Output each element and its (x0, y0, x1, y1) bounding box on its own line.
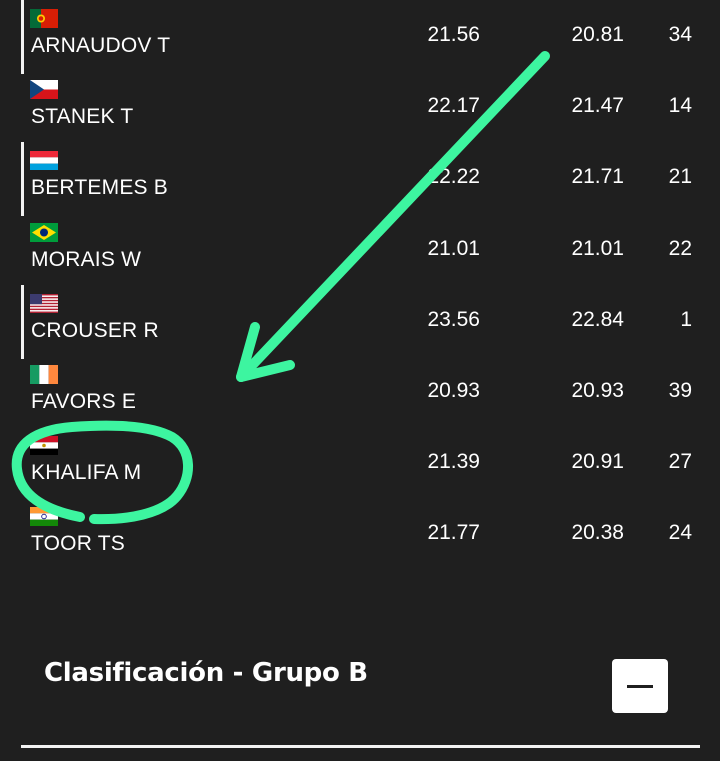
row-marker (21, 142, 24, 217)
best-mark: 21.56 (427, 23, 480, 46)
athlete-name: KHALIFA M (31, 461, 142, 485)
season-mark: 20.91 (571, 450, 624, 474)
best-mark: 22.17 (427, 94, 480, 118)
athlete-row[interactable]: STANEK T 22.17 21.47 14 (0, 71, 720, 142)
athlete-name: BERTEMES B (31, 176, 168, 200)
divider (21, 745, 700, 748)
athlete-name: MORAIS W (31, 247, 142, 271)
collapse-button[interactable] (612, 659, 668, 713)
athlete-name: CROUSER R (31, 318, 159, 342)
brazil-flag (30, 222, 58, 242)
athlete-name: ARNAUDOV T (31, 34, 171, 57)
row-marker (21, 284, 24, 359)
best-mark: 21.77 (427, 521, 480, 545)
usa-flag (30, 293, 58, 313)
athlete-row[interactable]: MORAIS W 21.01 21.01 22 (0, 214, 720, 285)
world-rank: 24 (668, 521, 692, 545)
season-mark: 21.71 (571, 165, 624, 189)
luxembourg-flag (30, 151, 58, 171)
world-rank: 1 (680, 307, 692, 331)
season-mark: 21.47 (571, 94, 624, 118)
athlete-name: STANEK T (31, 105, 134, 129)
section-title: Clasificación - Grupo B (44, 658, 368, 688)
world-rank: 27 (668, 450, 692, 474)
minus-icon (627, 685, 653, 688)
athlete-name: TOOR TS (31, 532, 125, 556)
egypt-flag (30, 436, 58, 456)
season-mark: 20.93 (571, 379, 624, 402)
best-mark: 23.56 (427, 307, 480, 331)
season-mark: 20.38 (571, 521, 624, 545)
athlete-row[interactable]: CROUSER R 23.56 22.84 1 (0, 284, 720, 359)
athlete-row[interactable]: ARNAUDOV T 21.56 20.81 34 (0, 0, 720, 74)
world-rank: 14 (668, 94, 692, 118)
world-rank: 34 (668, 23, 692, 46)
athlete-row[interactable]: TOOR TS 21.77 20.38 24 (0, 498, 720, 569)
row-marker (21, 0, 24, 74)
best-mark: 21.39 (427, 450, 480, 474)
india-flag (30, 507, 58, 527)
season-mark: 20.81 (571, 23, 624, 46)
czech-republic-flag (30, 80, 58, 100)
portugal-flag (30, 9, 58, 28)
season-mark: 22.84 (571, 307, 624, 331)
athlete-name: FAVORS E (31, 390, 137, 413)
ireland-flag (30, 365, 58, 384)
best-mark: 21.01 (427, 236, 480, 260)
world-rank: 39 (668, 379, 692, 402)
athlete-row[interactable]: KHALIFA M 21.39 20.91 27 (0, 427, 720, 498)
world-rank: 21 (668, 165, 692, 189)
world-rank: 22 (668, 236, 692, 260)
results-screen: ARNAUDOV T 21.56 20.81 34 STANEK T 22.17 21.47… (0, 0, 720, 761)
athlete-row[interactable]: BERTEMES B 22.22 21.71 21 (0, 142, 720, 217)
athlete-row[interactable]: FAVORS E 20.93 20.93 39 (0, 356, 720, 427)
best-mark: 20.93 (427, 379, 480, 402)
best-mark: 22.22 (427, 165, 480, 189)
season-mark: 21.01 (571, 236, 624, 260)
